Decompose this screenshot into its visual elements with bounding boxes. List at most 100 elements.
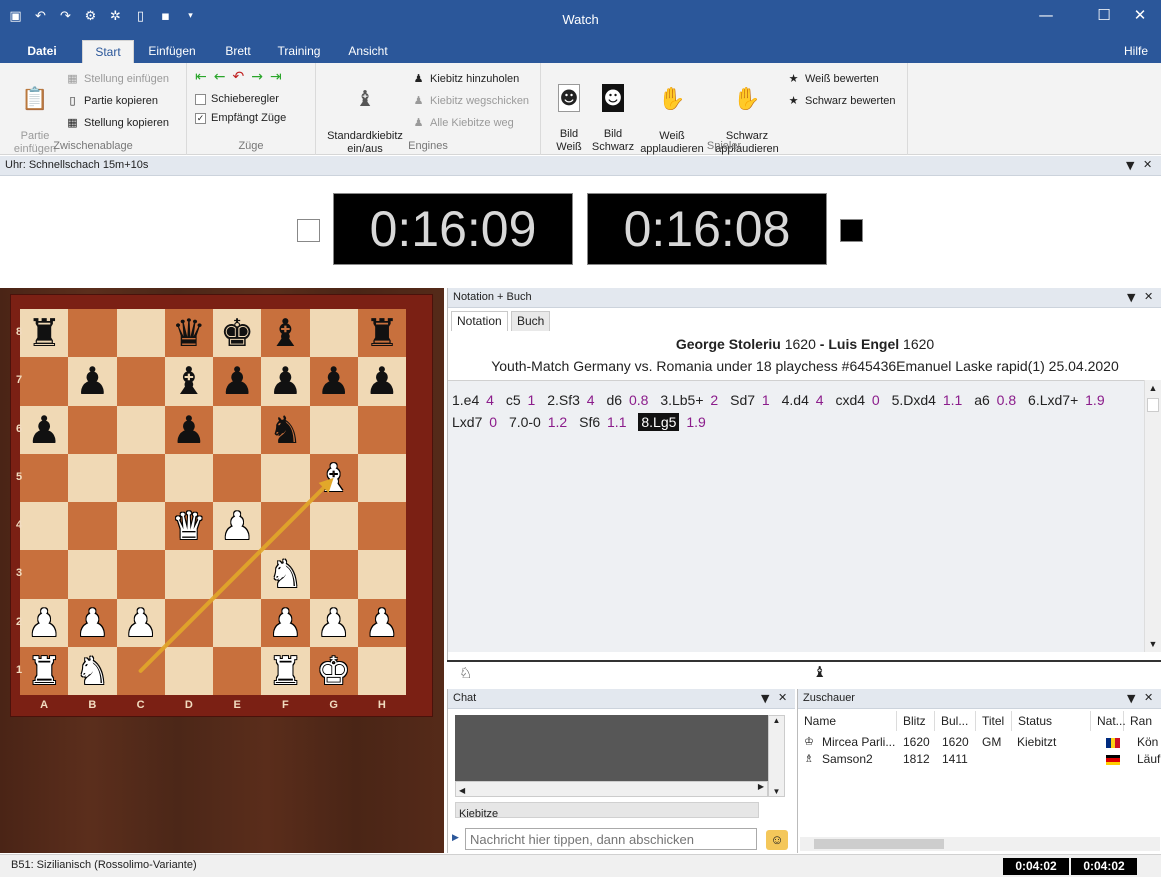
- tab-datei[interactable]: Datei: [14, 40, 70, 63]
- square-h8[interactable]: ♜: [357, 309, 406, 358]
- square-a1[interactable]: ♜: [20, 646, 69, 695]
- pane-menu-icon[interactable]: ▼: [1126, 159, 1134, 172]
- column-header[interactable]: Blitz: [897, 711, 935, 731]
- slider-checkbox[interactable]: Schieberegler: [195, 93, 279, 105]
- square-b2[interactable]: ♟: [68, 598, 117, 647]
- takeback-icon[interactable]: ↶: [232, 69, 244, 85]
- white-pawn[interactable]: ♟: [124, 604, 158, 642]
- tab-notation[interactable]: Notation: [451, 311, 508, 331]
- move[interactable]: 7.0-0: [509, 414, 541, 430]
- chat-tab-kiebitze[interactable]: Kiebitze: [455, 802, 759, 818]
- white-rook[interactable]: ♜: [27, 652, 61, 690]
- all-kibitz-away-button[interactable]: ♟ Alle Kiebitze weg: [412, 116, 514, 129]
- pane-menu-icon[interactable]: ▼: [761, 692, 769, 705]
- square-a3[interactable]: [20, 550, 69, 599]
- move[interactable]: a6: [974, 392, 990, 408]
- square-g8[interactable]: [309, 309, 358, 358]
- square-d4[interactable]: ♛: [164, 502, 213, 551]
- black-king[interactable]: ♚: [220, 314, 254, 352]
- copy-game-button[interactable]: ▯ Partie kopieren: [66, 94, 158, 107]
- copy-position-button[interactable]: ▦ Stellung kopieren: [66, 116, 169, 129]
- chat-input[interactable]: [465, 828, 757, 850]
- square-a6[interactable]: ♟: [20, 405, 69, 454]
- square-g5[interactable]: ♝: [309, 453, 358, 502]
- move[interactable]: 4.d4: [782, 392, 809, 408]
- square-e6[interactable]: [213, 405, 262, 454]
- square-b7[interactable]: ♟: [68, 357, 117, 406]
- scroll-left-icon[interactable]: ◀: [456, 786, 465, 795]
- square-f6[interactable]: ♞: [261, 405, 310, 454]
- column-header[interactable]: Status: [1012, 711, 1091, 731]
- square-b3[interactable]: [68, 550, 117, 599]
- black-rook[interactable]: ♜: [365, 314, 399, 352]
- square-f5[interactable]: [261, 453, 310, 502]
- square-h4[interactable]: [357, 502, 406, 551]
- square-f4[interactable]: [261, 502, 310, 551]
- square-h2[interactable]: ♟: [357, 598, 406, 647]
- move[interactable]: Sf6: [579, 414, 600, 430]
- move[interactable]: 5.Dxd4: [892, 392, 936, 408]
- white-knight[interactable]: ♞: [268, 555, 302, 593]
- move[interactable]: Sd7: [730, 392, 755, 408]
- tab-start[interactable]: Start: [82, 40, 134, 63]
- move[interactable]: 2.Sf3: [547, 392, 580, 408]
- black-knight[interactable]: ♞: [268, 411, 302, 449]
- chat-vscroll[interactable]: ▲ ▼: [768, 715, 785, 797]
- square-g3[interactable]: [309, 550, 358, 599]
- black-pawn[interactable]: ♟: [27, 411, 61, 449]
- move-list[interactable]: 1.e4 4 c5 1 2.Sf3 4 d6 0.8 3.Lb5+ 2 Sd7 …: [448, 380, 1144, 652]
- square-e5[interactable]: [213, 453, 262, 502]
- scroll-thumb[interactable]: [1147, 398, 1159, 412]
- white-bishop[interactable]: ♝: [317, 459, 351, 497]
- close-icon[interactable]: ✕: [1117, 0, 1161, 30]
- tab-ansicht[interactable]: Ansicht: [340, 40, 396, 63]
- scroll-right-icon[interactable]: ▶: [758, 782, 764, 791]
- black-pawn[interactable]: ♟: [317, 362, 351, 400]
- move[interactable]: 1.e4: [452, 392, 479, 408]
- back-icon[interactable]: ←: [214, 69, 226, 85]
- scroll-down-icon[interactable]: ▼: [769, 787, 784, 796]
- square-a5[interactable]: [20, 453, 69, 502]
- square-c8[interactable]: [116, 309, 165, 358]
- square-c7[interactable]: [116, 357, 165, 406]
- column-header[interactable]: Nat...: [1091, 711, 1126, 731]
- black-bishop[interactable]: ♝: [268, 314, 302, 352]
- black-pawn[interactable]: ♟: [268, 362, 302, 400]
- last-move-icon[interactable]: ⇥: [270, 69, 282, 85]
- square-e4[interactable]: ♟: [213, 502, 262, 551]
- chat-hscroll[interactable]: ◀ ▶: [455, 781, 768, 797]
- black-rook[interactable]: ♜: [27, 314, 61, 352]
- square-f3[interactable]: ♞: [261, 550, 310, 599]
- square-b6[interactable]: [68, 405, 117, 454]
- white-pawn[interactable]: ♟: [268, 604, 302, 642]
- square-d2[interactable]: [164, 598, 213, 647]
- square-b4[interactable]: [68, 502, 117, 551]
- square-g4[interactable]: [309, 502, 358, 551]
- tab-training[interactable]: Training: [268, 40, 330, 63]
- black-pawn[interactable]: ♟: [172, 411, 206, 449]
- tab-brett[interactable]: Brett: [214, 40, 262, 63]
- pane-close-icon[interactable]: ✕: [1144, 691, 1153, 704]
- square-d3[interactable]: [164, 550, 213, 599]
- square-g6[interactable]: [309, 405, 358, 454]
- emoji-icon[interactable]: ☺: [766, 830, 788, 850]
- square-d6[interactable]: ♟: [164, 405, 213, 454]
- white-queen[interactable]: ♛: [172, 507, 206, 545]
- move[interactable]: d6: [606, 392, 622, 408]
- spectators-hscroll[interactable]: [800, 837, 1160, 851]
- move[interactable]: Lxd7: [452, 414, 482, 430]
- square-a8[interactable]: ♜: [20, 309, 69, 358]
- black-pawn[interactable]: ♟: [220, 362, 254, 400]
- square-g7[interactable]: ♟: [309, 357, 358, 406]
- tab-hilfe[interactable]: Hilfe: [1112, 40, 1160, 63]
- square-c4[interactable]: [116, 502, 165, 551]
- column-header[interactable]: Bul...: [935, 711, 976, 731]
- square-c5[interactable]: [116, 453, 165, 502]
- white-pawn[interactable]: ♟: [220, 507, 254, 545]
- square-h7[interactable]: ♟: [357, 357, 406, 406]
- square-c6[interactable]: [116, 405, 165, 454]
- black-bishop[interactable]: ♝: [172, 362, 206, 400]
- forward-icon[interactable]: →: [251, 69, 263, 85]
- tab-einfuegen[interactable]: Einfügen: [140, 40, 204, 63]
- square-e2[interactable]: [213, 598, 262, 647]
